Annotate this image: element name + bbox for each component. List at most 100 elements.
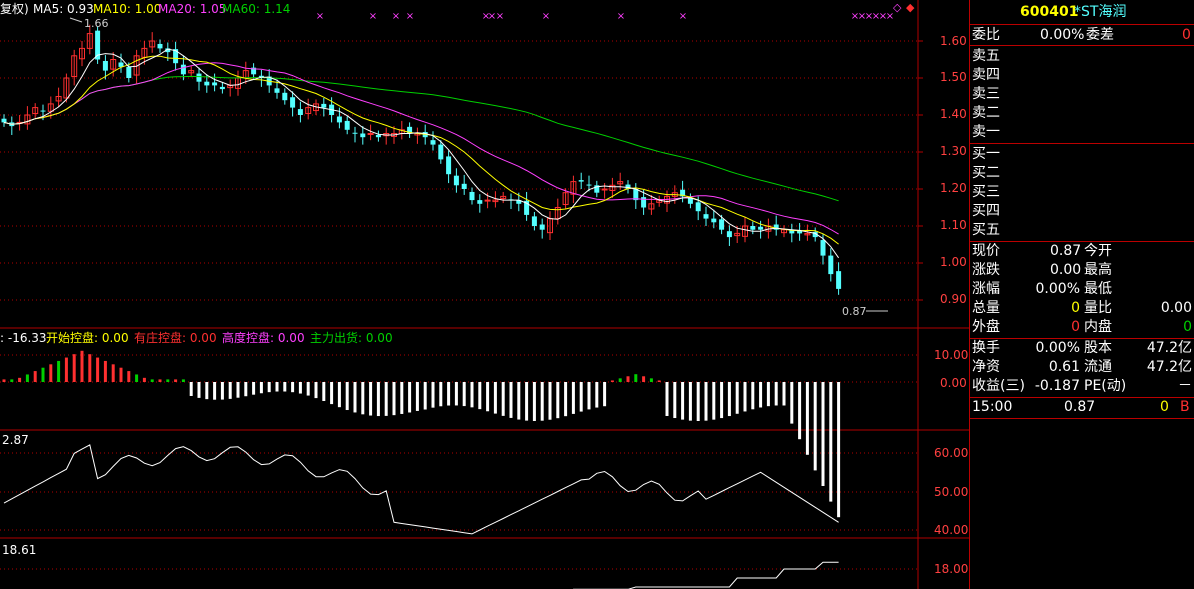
ind1-chuhuo: 主力出货: 0.00 (310, 331, 393, 345)
buy-5[interactable]: 买五 (970, 221, 1194, 239)
sell-2-label: 卖二 (972, 105, 1000, 121)
candle-body (40, 110, 46, 112)
sell-1[interactable]: 卖一 (970, 123, 1194, 141)
candle-body (539, 224, 545, 230)
buy-4-label: 买四 (972, 203, 1000, 219)
candle-body (102, 60, 108, 71)
fund-value: -0.187 (1034, 378, 1080, 394)
ind2-value: 2.87 (2, 433, 29, 447)
candle-body (282, 92, 288, 101)
ma20-line (3, 62, 839, 235)
ind1-bar (174, 379, 178, 382)
ind1-kaishi: 开始控盘: 0.00 (46, 331, 129, 345)
stat-value: 0.87 (1050, 243, 1082, 259)
ind1-bar (571, 382, 575, 414)
ind1-bar (205, 382, 209, 400)
sell-3-label: 卖三 (972, 86, 1000, 102)
ind1-bar (111, 364, 115, 382)
ind1-bar (517, 382, 521, 420)
candle-body (375, 134, 381, 138)
axis-ind3-18: 18.00 (934, 562, 969, 576)
fund-label: 净资 (972, 359, 1000, 375)
ind1-bar (727, 382, 731, 417)
sell-5[interactable]: 卖五 (970, 47, 1194, 65)
buy-1[interactable]: 买一 (970, 145, 1194, 163)
stock-code: 600401 (1020, 4, 1079, 20)
ind1-bar (649, 378, 653, 382)
stat-row-2: 涨跌 0.00 最高 (970, 261, 1194, 279)
ind1-bar (103, 360, 107, 382)
ind1-bar (142, 377, 146, 382)
stat-value: 0 (1071, 300, 1080, 316)
sell-2[interactable]: 卖二 (970, 104, 1194, 122)
candle-body (758, 226, 764, 230)
sell-1-label: 卖一 (972, 124, 1000, 140)
kline-chart[interactable]: × × × × ×× × × × × ×××××× (0, 0, 969, 589)
ind1-bar (252, 382, 256, 395)
event-marker: × (392, 11, 400, 22)
candle-body (531, 216, 537, 226)
ind1-bar (158, 379, 162, 382)
tick-side: B (1180, 399, 1190, 415)
ind1-bar (298, 382, 302, 394)
ind1-bar (96, 357, 100, 382)
axis-ind2-60: 60.00 (934, 446, 969, 460)
sell-3[interactable]: 卖三 (970, 85, 1194, 103)
ind1-bar (493, 382, 497, 414)
ind1-bar (462, 382, 466, 407)
ind3-line (572, 561, 839, 589)
scroll-right-icon[interactable]: ◆ (906, 1, 914, 15)
ind1-bar (829, 382, 833, 502)
ind1-gaodu: 高度控盘: 0.00 (222, 331, 305, 345)
ind1-bar (743, 382, 747, 412)
fund-value: － (1178, 378, 1192, 394)
fund-value: 0.61 (1048, 359, 1080, 375)
buy-3[interactable]: 买三 (970, 183, 1194, 201)
axis-price-1-30: 1.30 (940, 144, 967, 158)
ma60-label: MA60: 1.14 (222, 2, 291, 16)
axis-ind2-40: 40.00 (934, 523, 969, 537)
buy-1-label: 买一 (972, 146, 1000, 162)
fund-label: 流通 (1084, 359, 1112, 375)
ind2-line (3, 444, 839, 535)
buy-2[interactable]: 买二 (970, 164, 1194, 182)
ma5-label: MA5: 0.93 (33, 2, 94, 16)
diamond-icon[interactable]: ◇ (893, 1, 901, 15)
ind1-bar (150, 379, 154, 382)
candle-body (726, 231, 732, 238)
ind1-bar (751, 382, 755, 410)
ind1-bar (626, 376, 630, 382)
candle-body (703, 214, 709, 219)
fund-row-2: 净资 0.61 流通 47.2亿 (970, 358, 1194, 376)
ind1-bar (642, 376, 646, 382)
candle-body (274, 88, 280, 93)
ind1-bar (712, 382, 716, 420)
sell-4[interactable]: 卖四 (970, 66, 1194, 84)
buy-4[interactable]: 买四 (970, 202, 1194, 220)
ind1-bar (610, 380, 614, 382)
axis-ind2-50: 50.00 (934, 485, 969, 499)
ind1-bar (275, 382, 279, 392)
fund-label: 换手 (972, 340, 1000, 356)
axis-ind1-10: 10.00 (934, 348, 969, 362)
ind1-bar (41, 367, 45, 382)
ind1-bar (423, 382, 427, 410)
ind1-bar (415, 382, 419, 411)
ind1-bar (64, 357, 68, 382)
candle-body (446, 156, 452, 175)
ind1-bar (673, 382, 677, 419)
ind1-bar (2, 379, 6, 382)
sell-4-label: 卖四 (972, 67, 1000, 83)
ind1-bar (525, 382, 529, 421)
event-marker: × (542, 11, 550, 22)
chart-header-prefix: 复权) (0, 2, 29, 16)
ind1-bar (447, 382, 451, 406)
ind1-bar (603, 382, 607, 407)
ind1-bar (49, 364, 53, 382)
sell-5-label: 卖五 (972, 48, 1000, 64)
ind1-bar (688, 382, 692, 421)
ind1-bar (681, 382, 685, 420)
quote-panel: 600401 *ST海润 委比 0.00% 委差 0 卖五 卖四 卖三 卖二 卖… (969, 0, 1194, 589)
ind1-bar (220, 382, 224, 400)
weibi-label: 委比 (972, 27, 1000, 43)
